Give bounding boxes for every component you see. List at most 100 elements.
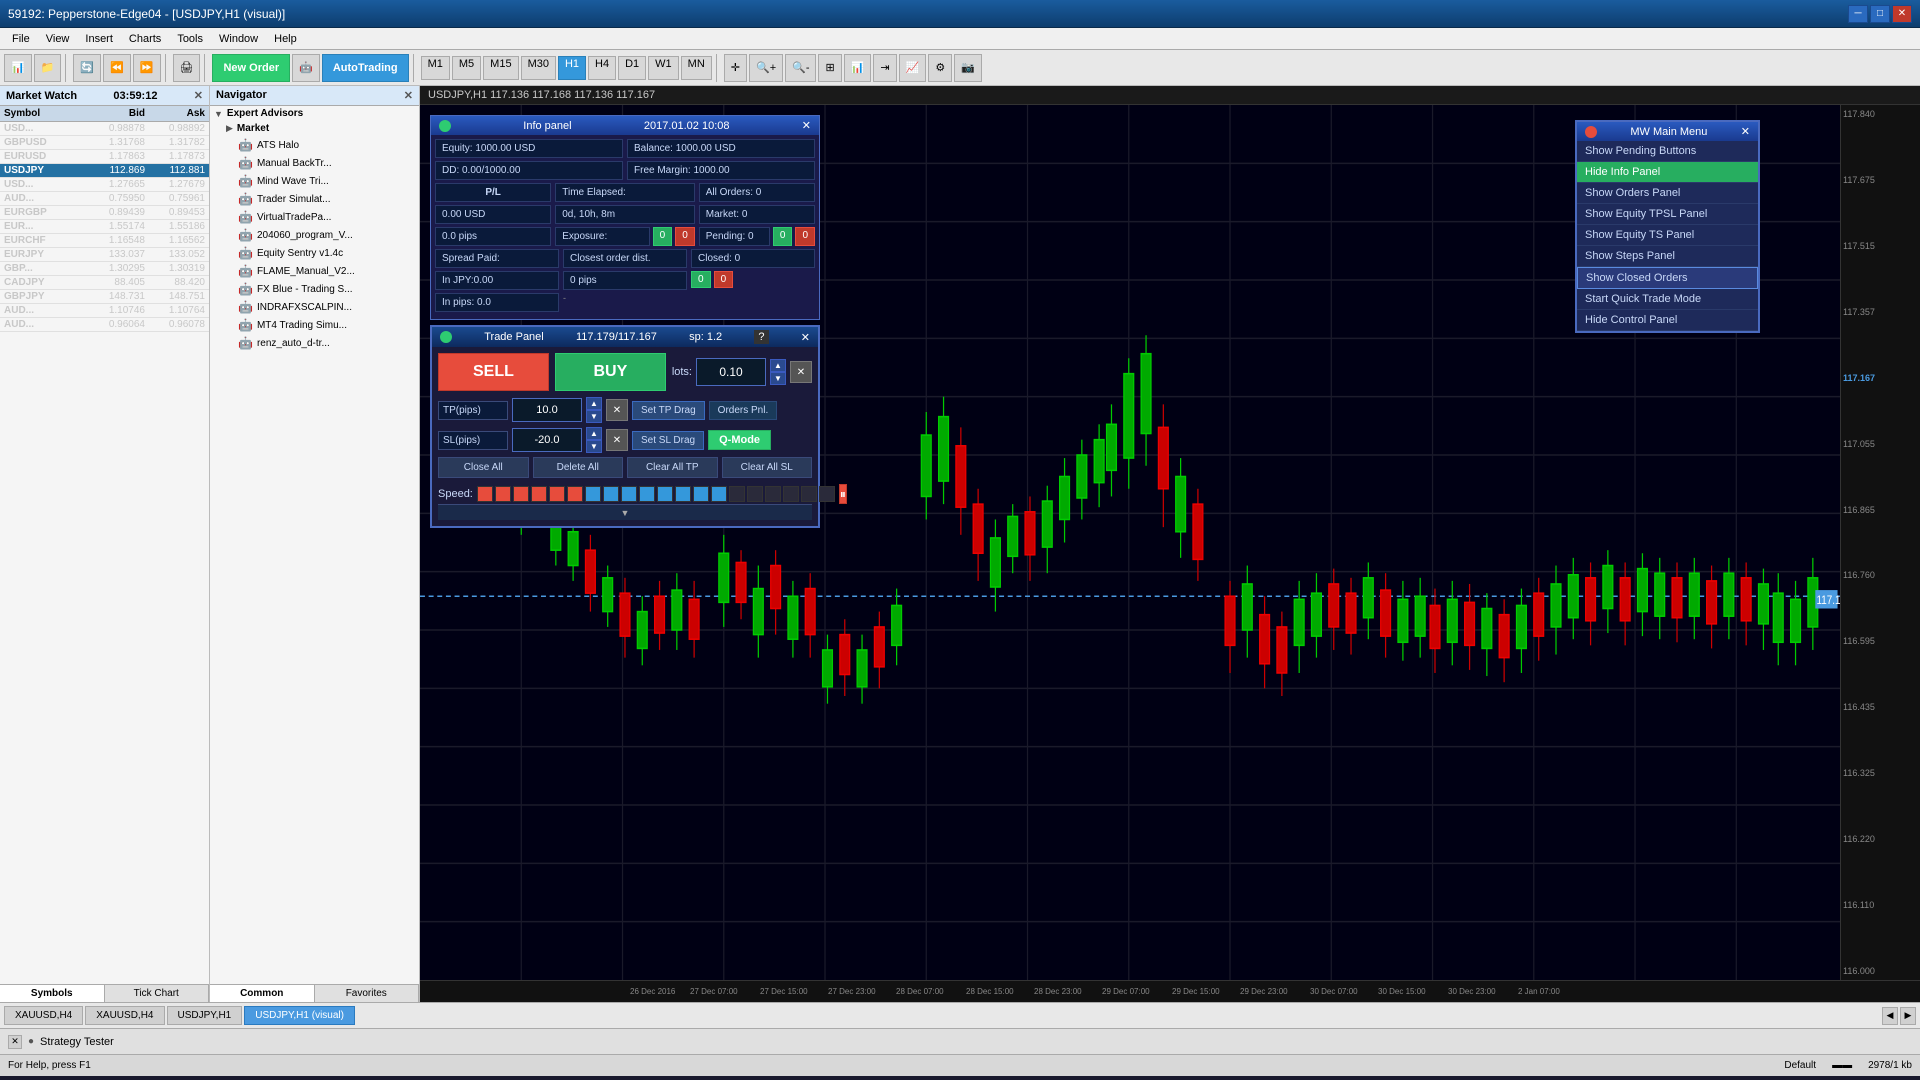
navigator-item[interactable]: 🤖ATS Halo [210,136,419,154]
navigator-item[interactable]: 🤖Mind Wave Tri... [210,172,419,190]
clear-all-sl-button[interactable]: Clear All SL [722,457,813,478]
market-watch-row[interactable]: EURCHF 1.16548 1.16562 [0,234,209,248]
speed-seg-9[interactable] [621,486,637,502]
sl-clear[interactable]: ✕ [606,429,628,451]
lots-down[interactable]: ▼ [770,372,786,385]
menu-hide-control[interactable]: Hide Control Panel [1577,310,1758,331]
menu-show-equity-ts[interactable]: Show Equity TS Panel [1577,225,1758,246]
menu-insert[interactable]: Insert [77,31,121,47]
navigator-item[interactable]: ▼Expert Advisors [210,106,419,121]
set-tp-drag-button[interactable]: Set TP Drag [632,401,705,420]
speed-seg-4[interactable] [531,486,547,502]
crosshair-button[interactable]: ✛ [724,54,747,82]
new-order-button[interactable]: New Order [212,54,290,82]
period-h1[interactable]: H1 [558,56,586,80]
chart-inner[interactable]: 117.167 Info panel 2017.01.02 10:08 ✕ Eq… [420,105,1840,980]
speed-seg-2[interactable] [495,486,511,502]
indicators-button[interactable]: 📈 [899,54,927,82]
navigator-item[interactable]: 🤖Trader Simulat... [210,190,419,208]
tab-xauusd-h4-2[interactable]: XAUUSD,H4 [85,1006,164,1025]
menu-show-pending[interactable]: Show Pending Buttons [1577,141,1758,162]
market-watch-close[interactable]: ✕ [194,89,203,102]
market-watch-row[interactable]: EUR... 1.55174 1.55186 [0,220,209,234]
tab-favorites[interactable]: Favorites [315,985,420,1002]
navigator-item[interactable]: 🤖INDRAFXSCALPIN... [210,298,419,316]
period-m5[interactable]: M5 [452,56,481,80]
market-watch-row[interactable]: GBPJPY 148.731 148.751 [0,290,209,304]
lots-input[interactable] [696,358,766,386]
sell-button[interactable]: SELL [438,353,549,391]
strategy-tester-close[interactable]: ✕ [8,1035,22,1049]
menu-view[interactable]: View [38,31,78,47]
period-h4[interactable]: H4 [588,56,616,80]
navigator-item[interactable]: 🤖204060_program_V... [210,226,419,244]
delete-all-button[interactable]: Delete All [533,457,624,478]
set-sl-drag-button[interactable]: Set SL Drag [632,431,704,450]
sl-down[interactable]: ▼ [586,440,602,453]
market-watch-row[interactable]: USDJPY 112.869 112.881 [0,164,209,178]
period-d1[interactable]: D1 [618,56,646,80]
tab-usdjpy-h1-visual[interactable]: USDJPY,H1 (visual) [244,1006,355,1025]
sl-up[interactable]: ▲ [586,427,602,440]
period-mn[interactable]: MN [681,56,712,80]
print-button[interactable]: 🖨 [173,54,201,82]
navigator-item[interactable]: ▶Market [210,121,419,136]
market-watch-row[interactable]: EURJPY 133.037 133.052 [0,248,209,262]
tab-symbols[interactable]: Symbols [0,985,105,1002]
navigator-item[interactable]: 🤖Manual BackTr... [210,154,419,172]
refresh-button[interactable]: 🔄 [73,54,101,82]
chart-shift-button[interactable]: ⇥ [873,54,896,82]
market-watch-row[interactable]: AUD... 0.75950 0.75961 [0,192,209,206]
tp-up[interactable]: ▲ [586,397,602,410]
period-w1[interactable]: W1 [648,56,679,80]
menu-file[interactable]: File [4,31,38,47]
menu-charts[interactable]: Charts [121,31,169,47]
speed-seg-6[interactable] [567,486,583,502]
speed-seg-3[interactable] [513,486,529,502]
tab-usdjpy-h1[interactable]: USDJPY,H1 [167,1006,243,1025]
maximize-button[interactable]: □ [1870,5,1890,23]
close-button[interactable]: ✕ [1892,5,1912,23]
tp-down[interactable]: ▼ [586,410,602,423]
navigator-item[interactable]: 🤖FX Blue - Trading S... [210,280,419,298]
menu-show-closed[interactable]: Show Closed Orders [1577,267,1758,289]
speed-seg-10[interactable] [639,486,655,502]
navigator-item[interactable]: 🤖VirtualTradePa... [210,208,419,226]
trade-panel-close[interactable]: ✕ [801,331,810,344]
menu-show-equity-tpsl[interactable]: Show Equity TPSL Panel [1577,204,1758,225]
market-watch-row[interactable]: EURGBP 0.89439 0.89453 [0,206,209,220]
market-watch-row[interactable]: EURUSD 1.17863 1.17873 [0,150,209,164]
menu-tools[interactable]: Tools [169,31,211,47]
zoom-in-button[interactable]: 🔍+ [749,54,783,82]
navigator-close[interactable]: ✕ [404,89,413,102]
market-watch-row[interactable]: AUD... 1.10746 1.10764 [0,304,209,318]
history-button[interactable]: ⏪ [103,54,131,82]
market-watch-row[interactable]: CADJPY 88.405 88.420 [0,276,209,290]
q-mode-button[interactable]: Q-Mode [708,430,771,450]
forward-button[interactable]: ⏩ [133,54,161,82]
tab-xauusd-h4-1[interactable]: XAUUSD,H4 [4,1006,83,1025]
menu-window[interactable]: Window [211,31,266,47]
buy-button[interactable]: BUY [555,353,666,391]
speed-seg-11[interactable] [657,486,673,502]
screenshot-button[interactable]: 📷 [954,54,982,82]
speed-seg-16[interactable] [747,486,763,502]
minimize-button[interactable]: ─ [1848,5,1868,23]
sl-input[interactable] [512,428,582,452]
speed-seg-20[interactable] [819,486,835,502]
new-chart-button[interactable]: 📊 [4,54,32,82]
grid-button[interactable]: ⊞ [818,54,841,82]
trade-panel-help[interactable]: ? [754,330,768,344]
speed-seg-1[interactable] [477,486,493,502]
menu-start-quick[interactable]: Start Quick Trade Mode [1577,289,1758,310]
clear-all-tp-button[interactable]: Clear All TP [627,457,718,478]
orders-pnl-button[interactable]: Orders Pnl. [709,401,778,420]
period-m30[interactable]: M30 [521,56,556,80]
speed-seg-5[interactable] [549,486,565,502]
scroll-right[interactable]: ▶ [1900,1007,1916,1025]
period-m1[interactable]: M1 [421,56,450,80]
speed-seg-19[interactable] [801,486,817,502]
menu-show-steps[interactable]: Show Steps Panel [1577,246,1758,267]
speed-seg-17[interactable] [765,486,781,502]
navigator-item[interactable]: 🤖MT4 Trading Simu... [210,316,419,334]
